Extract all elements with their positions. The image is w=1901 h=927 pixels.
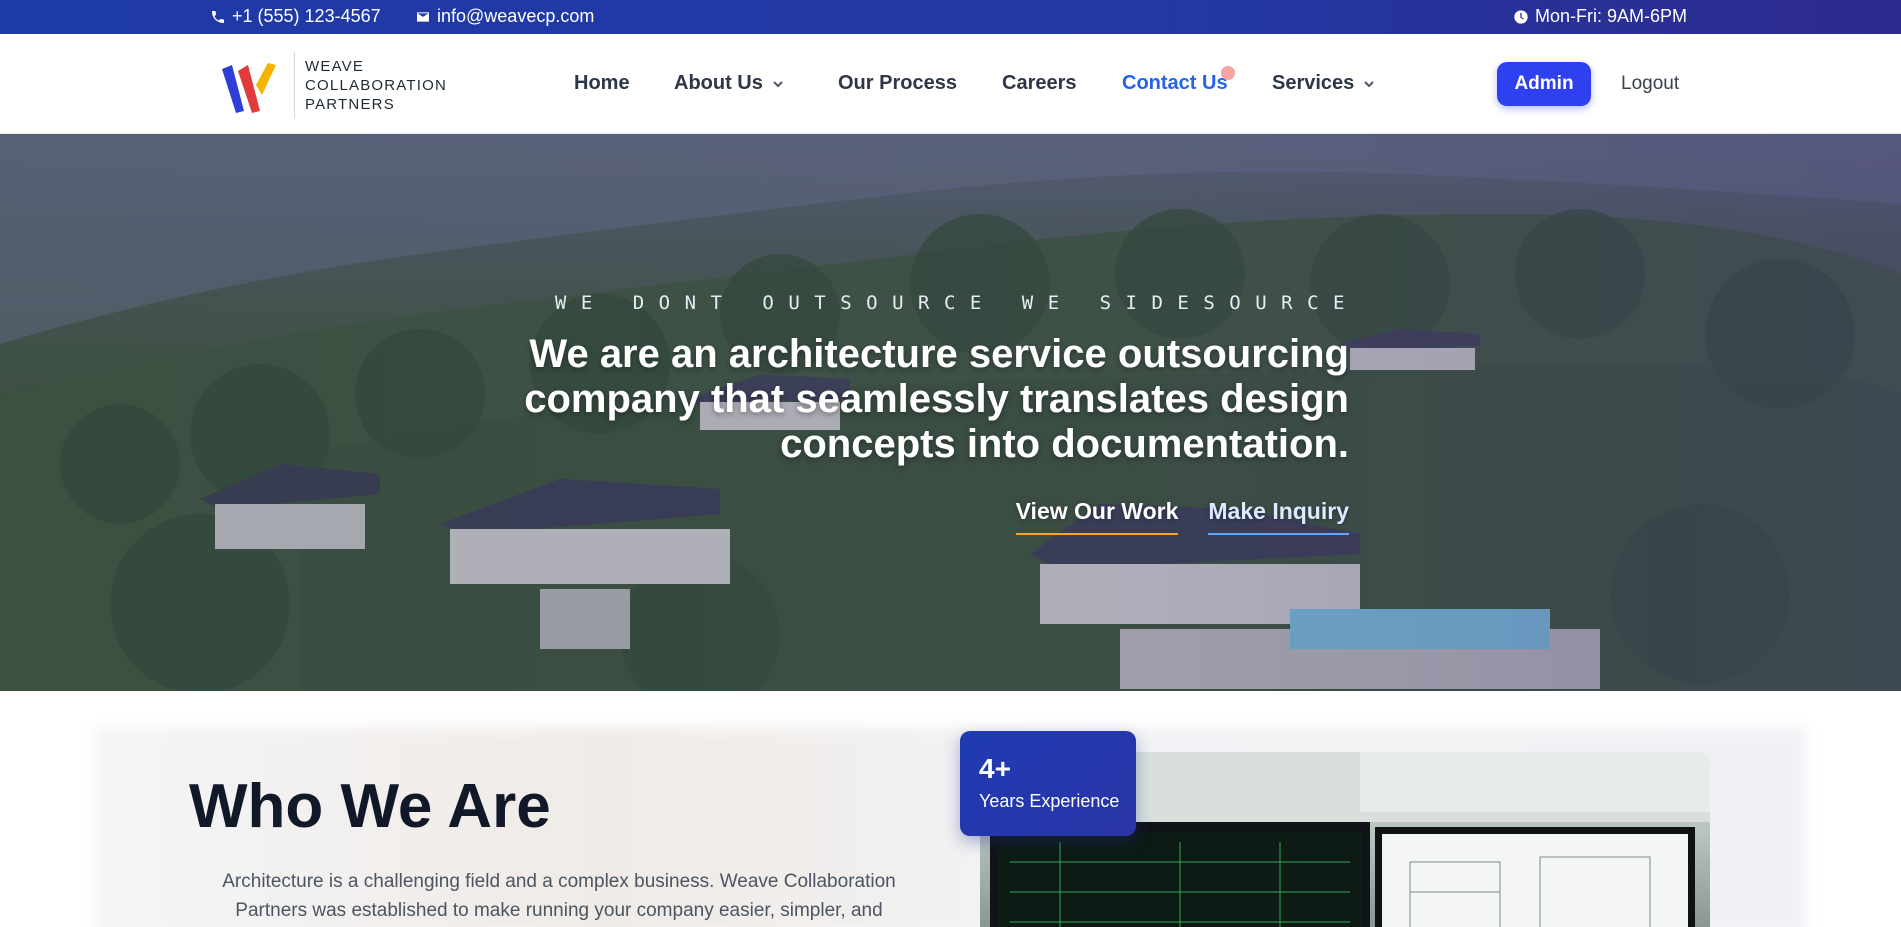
nav-contact-us[interactable]: Contact Us [1122,72,1228,95]
nav-services-label: Services [1272,72,1355,94]
site-header: WEAVE COLLABORATION PARTNERS Home About … [0,34,1901,134]
who-we-are-body: Architecture is a challenging field and … [189,867,929,925]
who-body-line-2: Partners was established to make running… [235,900,883,921]
nav-about-label: About Us [674,72,763,94]
top-contact-bar: +1 (555) 123-4567 info@weavecp.com Mon-F… [0,0,1901,34]
experience-label: Years Experience [979,791,1120,811]
chevron-down-icon [773,80,783,87]
who-body-line-1: Architecture is a challenging field and … [222,871,896,892]
view-our-work-link[interactable]: View Our Work [1015,498,1179,535]
business-hours: Mon-Fri: 9AM-6PM [1513,6,1687,27]
hero-kicker: WE DONT OUTSOURCE WE SIDESOURCE [554,292,1359,314]
nav-services[interactable]: Services [1272,72,1376,95]
notification-dot [1221,66,1235,80]
hero-section: WE DONT OUTSOURCE WE SIDESOURCE We are a… [0,134,1901,691]
nav-careers-label: Careers [1002,72,1077,94]
phone-icon [212,10,224,23]
hero-text-block: WE DONT OUTSOURCE WE SIDESOURCE We are a… [449,292,1349,467]
admin-button[interactable]: Admin [1497,62,1591,106]
clock-icon [1514,9,1528,24]
phone-number: +1 (555) 123-4567 [232,6,381,26]
logout-link[interactable]: Logout [1621,73,1679,95]
who-we-are-title: Who We Are [189,772,551,841]
chevron-down-icon [1364,80,1375,87]
email-contact[interactable]: info@weavecp.com [415,6,594,27]
who-we-are-section: Who We Are Architecture is a challenging… [0,691,1901,927]
nav-contact-label: Contact Us [1122,72,1228,94]
hours-text: Mon-Fri: 9AM-6PM [1535,6,1688,26]
email-address: info@weavecp.com [437,6,595,26]
mail-icon [417,11,429,22]
main-nav: Home About Us Our Process Careers Contac… [0,72,1901,102]
experience-badge: 4+ Years Experience [960,731,1136,836]
phone-contact[interactable]: +1 (555) 123-4567 [210,6,381,27]
nav-home-label: Home [574,72,630,94]
make-inquiry-link[interactable]: Make Inquiry [1208,498,1349,535]
hero-cta-group: View Our Work Make Inquiry [1015,498,1349,535]
nav-home[interactable]: Home [574,72,630,95]
nav-our-process[interactable]: Our Process [838,72,957,95]
hero-headline: We are an architecture service outsourci… [449,332,1349,467]
hero-headline-line-3: concepts into documentation. [780,422,1349,466]
hero-headline-line-1: We are an architecture service outsourci… [529,332,1349,376]
hero-headline-line-2: company that seamlessly translates desig… [524,377,1349,421]
nav-careers[interactable]: Careers [1002,72,1077,95]
nav-process-label: Our Process [838,72,957,94]
experience-number: 4+ [979,753,1011,784]
nav-about-us[interactable]: About Us [674,72,785,95]
